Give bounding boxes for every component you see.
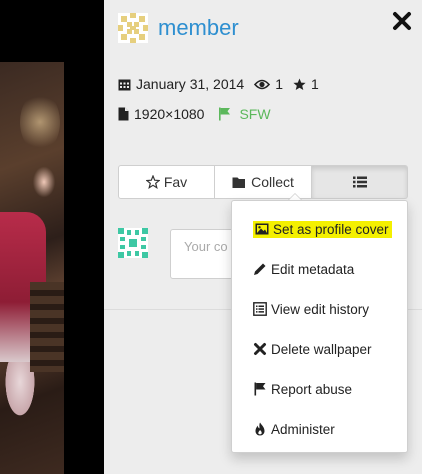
- folder-open-icon: [232, 177, 246, 188]
- avatar[interactable]: [118, 13, 148, 43]
- menu-item-view-edit-history[interactable]: View edit history: [253, 298, 369, 320]
- purity-label: SFW: [239, 106, 271, 122]
- resolution: 1920×1080: [134, 106, 205, 122]
- x-icon: [254, 343, 266, 355]
- menu-item-label: Administer: [271, 421, 335, 437]
- menu-item-set-profile-cover[interactable]: Set as profile cover: [253, 218, 392, 240]
- wallpaper-action-buttons: Fav Collect: [118, 165, 408, 199]
- menu-item-label: Set as profile cover: [273, 221, 389, 237]
- menu-item-delete-wallpaper[interactable]: Delete wallpaper: [253, 338, 372, 360]
- list-alt-icon: [253, 302, 267, 316]
- wallpaper-shelf: [30, 282, 64, 372]
- pencil-icon: [254, 263, 266, 275]
- menu-item-label: View edit history: [271, 301, 370, 317]
- menu-item-edit-metadata[interactable]: Edit metadata: [253, 258, 354, 280]
- upload-date: January 31, 2014: [136, 76, 245, 92]
- close-icon[interactable]: [392, 11, 412, 31]
- favorite-count: 1: [311, 76, 319, 92]
- more-actions-button[interactable]: [312, 165, 408, 199]
- more-actions-menu: Set as profile cover Edit metadata View …: [231, 200, 408, 453]
- menu-item-label: Report abuse: [271, 381, 353, 397]
- fav-button[interactable]: Fav: [118, 165, 215, 199]
- list-icon: [352, 176, 367, 188]
- menu-item-label: Edit metadata: [271, 261, 355, 277]
- menu-item-label: Delete wallpaper: [271, 341, 372, 357]
- flag-icon: [219, 107, 231, 121]
- wallpaper-info: 1920×1080 SFW: [118, 106, 271, 122]
- star-outline-icon: [145, 175, 160, 189]
- file-icon: [118, 107, 129, 121]
- flag-icon: [254, 382, 266, 396]
- collect-button-label: Collect: [251, 174, 294, 190]
- wallpaper-stats: January 31, 2014 1 1: [118, 76, 319, 92]
- star-icon: [293, 78, 306, 90]
- wallpaper-preview[interactable]: [0, 62, 64, 474]
- eye-icon: [254, 79, 271, 89]
- view-count: 1: [275, 76, 283, 92]
- wallpaper-lamp-glow: [20, 92, 60, 152]
- calendar-icon: [118, 79, 131, 90]
- uploader-row: member: [118, 13, 239, 43]
- image-icon: [255, 223, 269, 235]
- commenter-avatar[interactable]: [118, 228, 148, 258]
- fav-button-label: Fav: [163, 174, 188, 190]
- menu-item-administer[interactable]: Administer: [253, 418, 335, 440]
- fire-icon: [255, 422, 265, 436]
- uploader-username[interactable]: member: [158, 15, 239, 41]
- menu-item-report-abuse[interactable]: Report abuse: [253, 378, 352, 400]
